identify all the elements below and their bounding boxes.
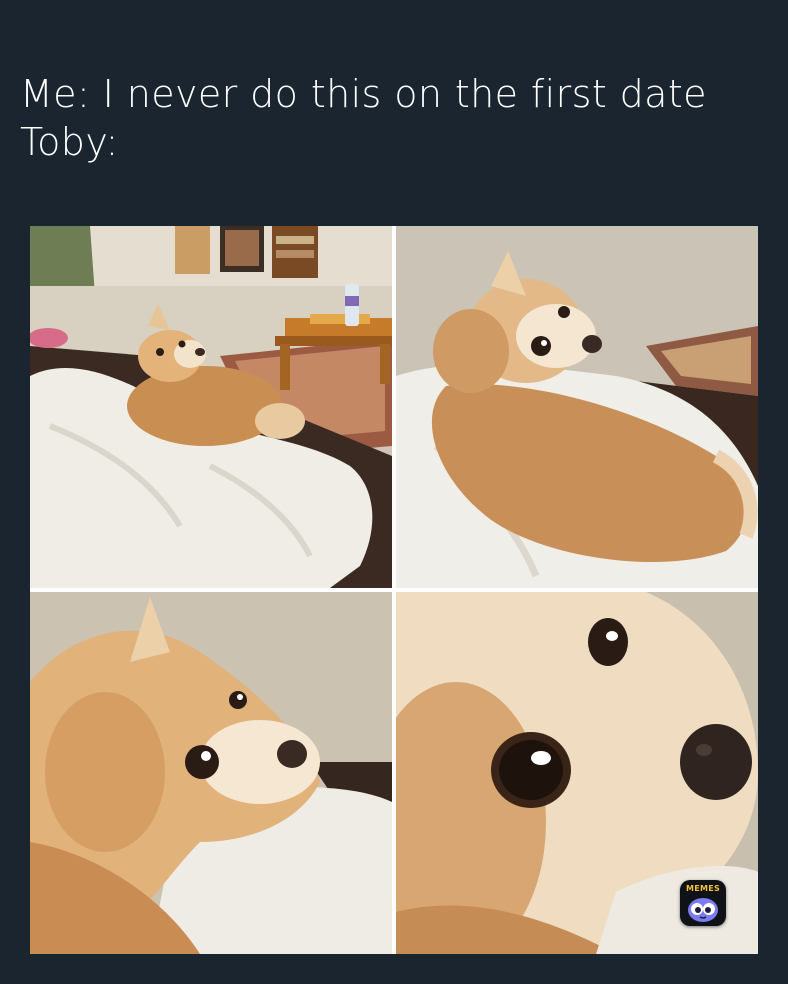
photo-dog-face-close[interactable] xyxy=(30,592,392,954)
meme-caption: Me: I never do this on the first date To… xyxy=(20,70,770,166)
photo-grid xyxy=(30,226,758,954)
photo-dog-on-blanket-wide[interactable] xyxy=(30,226,392,588)
photo-image-1 xyxy=(30,226,392,588)
photo-dog-looking-back-medium[interactable] xyxy=(396,226,758,588)
photo-image-2 xyxy=(396,226,758,588)
badge-label: MEMES xyxy=(685,884,721,893)
caption-line-1: Me: I never do this on the first date xyxy=(20,72,707,116)
photo-image-3 xyxy=(30,592,392,954)
owl-mascot-icon xyxy=(688,898,718,922)
caption-line-2: Toby: xyxy=(20,120,119,164)
memes-app-badge[interactable]: MEMES xyxy=(680,880,726,926)
